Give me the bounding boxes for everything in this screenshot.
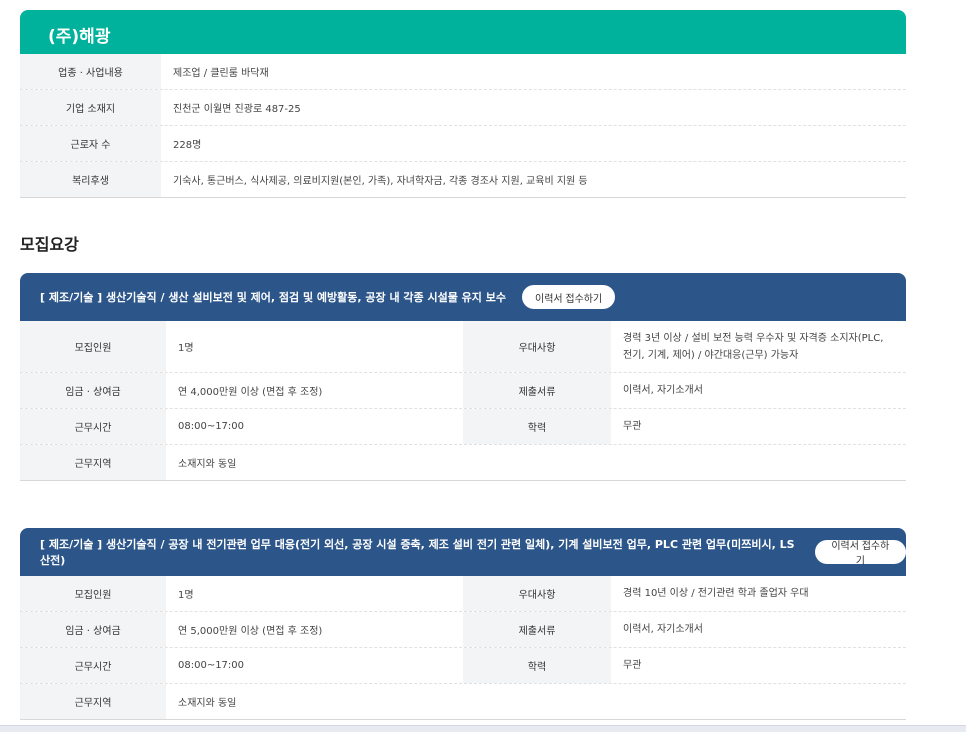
cell-value: 경력 10년 이상 / 전기관련 학과 졸업자 우대 — [623, 588, 809, 599]
cell-value: 무관 — [623, 660, 642, 671]
cell-value: 연 5,000만원 이상 (면접 후 조정) — [178, 626, 323, 637]
cell-value: 무관 — [623, 421, 642, 432]
job-card-1: [ 제조/기술 ] 생산기술직 / 생산 설비보전 및 제어, 점검 및 예방활… — [20, 273, 906, 481]
job-title: [ 제조/기술 ] 생산기술직 / 공장 내 전기관련 업무 대응(전기 외선,… — [40, 538, 795, 567]
cell-label: 근무시간 — [20, 409, 166, 444]
job-card-2: [ 제조/기술 ] 생산기술직 / 공장 내 전기관련 업무 대응(전기 외선,… — [20, 528, 906, 720]
info-value: 진천군 이월면 진광로 487-25 — [173, 104, 301, 115]
job-row: 모집인원 1명 우대사항 경력 10년 이상 / 전기관련 학과 졸업자 우대 — [20, 576, 906, 612]
info-label: 업종 · 사업내용 — [20, 54, 161, 89]
job-title: [ 제조/기술 ] 생산기술직 / 생산 설비보전 및 제어, 점검 및 예방활… — [40, 291, 506, 304]
cell-label: 임금 · 상여금 — [20, 612, 166, 647]
cell-label: 우대사항 — [463, 576, 611, 611]
cell-label: 우대사항 — [463, 321, 611, 372]
job-row: 모집인원 1명 우대사항 경력 3년 이상 / 설비 보전 능력 우수자 및 자… — [20, 321, 906, 373]
cell-value: 1명 — [178, 343, 194, 354]
info-value: 제조업 / 클린룸 바닥재 — [173, 68, 269, 79]
info-value: 기숙사, 통근버스, 식사제공, 의료비지원(본인, 가족), 자녀학자금, 각… — [173, 176, 588, 187]
cell-value: 08:00~17:00 — [178, 660, 245, 671]
cell-label: 모집인원 — [20, 321, 166, 372]
cell-value: 08:00~17:00 — [178, 421, 245, 432]
cell-label: 학력 — [463, 409, 611, 444]
cell-label: 임금 · 상여금 — [20, 373, 166, 408]
info-row-employees: 근로자 수 228명 — [20, 126, 906, 162]
recruit-section-title: 모집요강 — [20, 235, 79, 254]
bottom-bar — [0, 725, 966, 732]
job-row: 임금 · 상여금 연 4,000만원 이상 (면접 후 조정) 제출서류 이력서… — [20, 373, 906, 409]
job-row: 근무지역 소재지와 동일 — [20, 684, 906, 720]
cell-value: 이력서, 자기소개서 — [623, 385, 703, 396]
info-value: 228명 — [173, 140, 202, 151]
info-label: 기업 소재지 — [20, 90, 161, 125]
apply-resume-button[interactable]: 이력서 접수하기 — [522, 285, 616, 309]
cell-value: 소재지와 동일 — [178, 459, 237, 470]
cell-label: 모집인원 — [20, 576, 166, 611]
info-row-location: 기업 소재지 진천군 이월면 진광로 487-25 — [20, 90, 906, 126]
job-header: [ 제조/기술 ] 생산기술직 / 생산 설비보전 및 제어, 점검 및 예방활… — [20, 273, 906, 321]
cell-label: 근무지역 — [20, 684, 166, 719]
cell-label: 제출서류 — [463, 612, 611, 647]
cell-value: 소재지와 동일 — [178, 698, 237, 709]
job-row: 근무시간 08:00~17:00 학력 무관 — [20, 648, 906, 684]
cell-value: 이력서, 자기소개서 — [623, 624, 703, 635]
cell-value: 연 4,000만원 이상 (면접 후 조정) — [178, 387, 323, 398]
company-info-card: (주)해광 업종 · 사업내용 제조업 / 클린룸 바닥재 기업 소재지 진천군… — [20, 10, 906, 198]
cell-label: 근무시간 — [20, 648, 166, 683]
cell-label: 근무지역 — [20, 445, 166, 480]
info-label: 근로자 수 — [20, 126, 161, 161]
job-row: 근무지역 소재지와 동일 — [20, 445, 906, 481]
company-name: (주)해광 — [20, 10, 906, 54]
cell-label: 제출서류 — [463, 373, 611, 408]
cell-value: 경력 3년 이상 / 설비 보전 능력 우수자 및 자격증 소지자(PLC, 전… — [623, 332, 884, 361]
cell-label: 학력 — [463, 648, 611, 683]
job-header: [ 제조/기술 ] 생산기술직 / 공장 내 전기관련 업무 대응(전기 외선,… — [20, 528, 906, 576]
job-row: 임금 · 상여금 연 5,000만원 이상 (면접 후 조정) 제출서류 이력서… — [20, 612, 906, 648]
job-row: 근무시간 08:00~17:00 학력 무관 — [20, 409, 906, 445]
apply-resume-button[interactable]: 이력서 접수하기 — [814, 540, 906, 567]
info-row-industry: 업종 · 사업내용 제조업 / 클린룸 바닥재 — [20, 54, 906, 90]
info-row-benefits: 복리후생 기숙사, 통근버스, 식사제공, 의료비지원(본인, 가족), 자녀학… — [20, 162, 906, 198]
info-label: 복리후생 — [20, 162, 161, 197]
cell-value: 1명 — [178, 590, 194, 601]
